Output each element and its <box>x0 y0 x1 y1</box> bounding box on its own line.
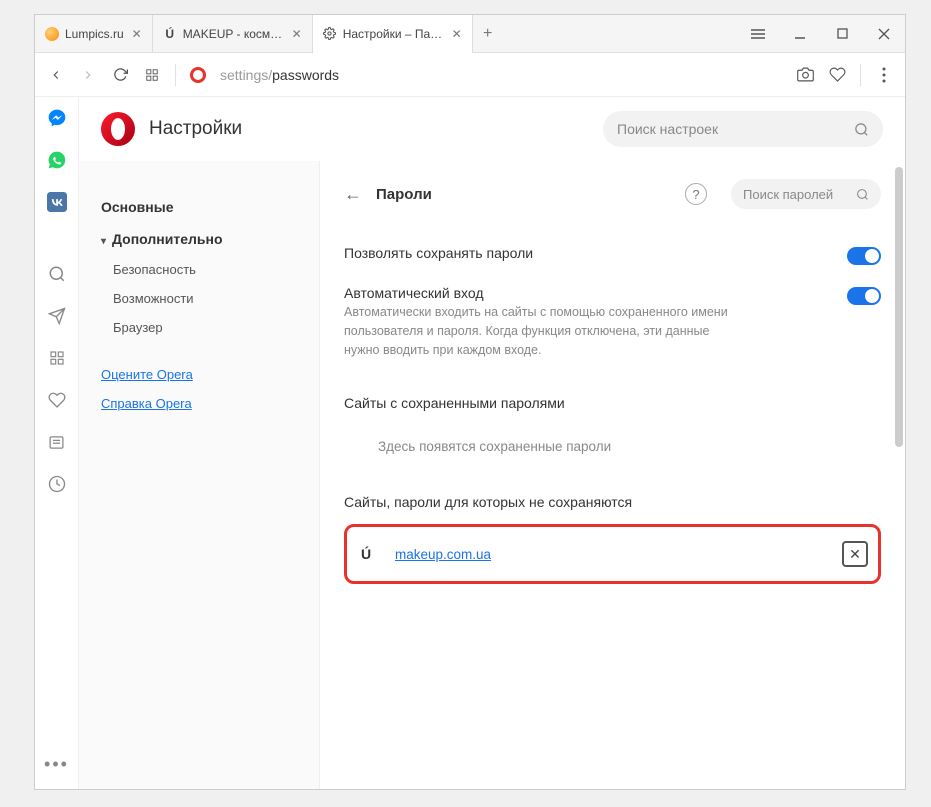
new-tab-button[interactable]: + <box>473 25 503 43</box>
tab-title: MAKEUP - косметика и па <box>183 27 284 41</box>
nav-rate[interactable]: Оцените Opera <box>101 360 297 389</box>
nav-advanced-label: Дополнительно <box>112 231 222 247</box>
maximize-button[interactable] <box>821 15 863 53</box>
forward-button[interactable] <box>79 66 97 84</box>
back-button[interactable] <box>47 66 65 84</box>
titlebar: Lumpics.ru ✕ Ú MAKEUP - косметика и па ✕… <box>35 15 905 53</box>
search-settings-input[interactable]: Поиск настроек <box>603 111 883 147</box>
snapshot-icon[interactable] <box>796 66 814 84</box>
columns: Основные ▾ Дополнительно Безопасность Воз… <box>79 161 905 789</box>
browser-window: Lumpics.ru ✕ Ú MAKEUP - косметика и па ✕… <box>34 14 906 790</box>
toggle-auto-login[interactable] <box>847 287 881 305</box>
search-pw-placeholder: Поиск паролей <box>743 187 833 202</box>
search-icon <box>856 188 869 201</box>
tab-settings[interactable]: Настройки – Пароли ✕ <box>313 15 473 53</box>
section-never-title: Сайты, пароли для которых не сохраняются <box>344 494 881 510</box>
mini-sidebar: ••• <box>35 97 79 789</box>
reload-button[interactable] <box>111 66 129 84</box>
kebab-icon[interactable] <box>875 66 893 84</box>
body-area: ••• Настройки Поиск настроек Основные ▾ Д… <box>35 97 905 789</box>
nav-main[interactable]: Основные <box>101 191 297 223</box>
content: Настройки Поиск настроек Основные ▾ Допол… <box>79 97 905 789</box>
url-prefix: settings/ <box>220 67 272 83</box>
gear-icon <box>323 27 337 41</box>
url-path: passwords <box>272 67 339 83</box>
sub-header: ← Пароли ? Поиск паролей <box>344 179 881 209</box>
scrollbar[interactable] <box>893 161 903 789</box>
tab-makeup[interactable]: Ú MAKEUP - косметика и па ✕ <box>153 15 313 53</box>
opera-icon <box>190 67 206 83</box>
saved-empty-text: Здесь появятся сохраненные пароли <box>344 425 881 468</box>
chevron-down-icon: ▾ <box>101 236 106 247</box>
heart-icon[interactable] <box>828 66 846 84</box>
sub-title: Пароли <box>376 186 432 203</box>
search-placeholder: Поиск настроек <box>617 121 718 137</box>
whatsapp-icon[interactable] <box>46 149 68 171</box>
setting-desc: Автоматически входить на сайты с помощью… <box>344 303 744 359</box>
nav-advanced[interactable]: ▾ Дополнительно <box>101 223 297 255</box>
tab-lumpics[interactable]: Lumpics.ru ✕ <box>35 15 153 53</box>
tab-title: Lumpics.ru <box>65 27 124 41</box>
settings-nav: Основные ▾ Дополнительно Безопасность Воз… <box>79 161 319 789</box>
window-controls <box>737 15 905 53</box>
favicon-orange <box>45 27 59 41</box>
vk-icon[interactable] <box>46 191 68 213</box>
grid-icon[interactable] <box>46 347 68 369</box>
setting-label: Позволять сохранять пароли <box>344 245 847 261</box>
never-site-row: Ú makeup.com.ua ✕ <box>344 524 881 584</box>
history-icon[interactable] <box>46 473 68 495</box>
toggle-allow-save[interactable] <box>847 247 881 265</box>
remove-site-button[interactable]: ✕ <box>842 541 868 567</box>
page-header: Настройки Поиск настроек <box>79 97 905 161</box>
nav-features[interactable]: Возможности <box>101 284 297 313</box>
setting-allow-save: Позволять сохранять пароли <box>344 235 881 275</box>
section-saved-title: Сайты с сохраненными паролями <box>344 395 881 411</box>
close-button[interactable] <box>863 15 905 53</box>
main-pane: ← Пароли ? Поиск паролей Позволять сохра… <box>319 161 905 789</box>
toolbar: settings/passwords <box>35 53 905 97</box>
opera-logo <box>101 112 135 146</box>
search-sidebar-icon[interactable] <box>46 263 68 285</box>
setting-auto-login: Автоматический вход Автоматически входит… <box>344 275 881 369</box>
page-title: Настройки <box>149 118 242 140</box>
speed-dial-icon[interactable] <box>143 66 161 84</box>
news-icon[interactable] <box>46 431 68 453</box>
more-icon[interactable]: ••• <box>44 754 69 775</box>
url-bar[interactable]: settings/passwords <box>220 67 339 83</box>
close-icon[interactable]: ✕ <box>130 27 144 41</box>
heart-sidebar-icon[interactable] <box>46 389 68 411</box>
nav-browser[interactable]: Браузер <box>101 313 297 342</box>
close-icon[interactable]: ✕ <box>450 27 464 41</box>
site-favicon: Ú <box>357 546 375 562</box>
setting-label: Автоматический вход <box>344 285 847 301</box>
nav-security[interactable]: Безопасность <box>101 255 297 284</box>
close-icon[interactable]: ✕ <box>290 27 304 41</box>
search-icon <box>854 122 869 137</box>
tab-title: Настройки – Пароли <box>343 27 444 41</box>
menu-icon[interactable] <box>737 15 779 53</box>
favicon-u: Ú <box>163 27 177 41</box>
nav-help[interactable]: Справка Opera <box>101 389 297 418</box>
minimize-button[interactable] <box>779 15 821 53</box>
site-link[interactable]: makeup.com.ua <box>395 547 491 562</box>
help-icon[interactable]: ? <box>685 183 707 205</box>
send-icon[interactable] <box>46 305 68 327</box>
messenger-icon[interactable] <box>46 107 68 129</box>
back-arrow-icon[interactable]: ← <box>344 184 362 205</box>
search-passwords-input[interactable]: Поиск паролей <box>731 179 881 209</box>
